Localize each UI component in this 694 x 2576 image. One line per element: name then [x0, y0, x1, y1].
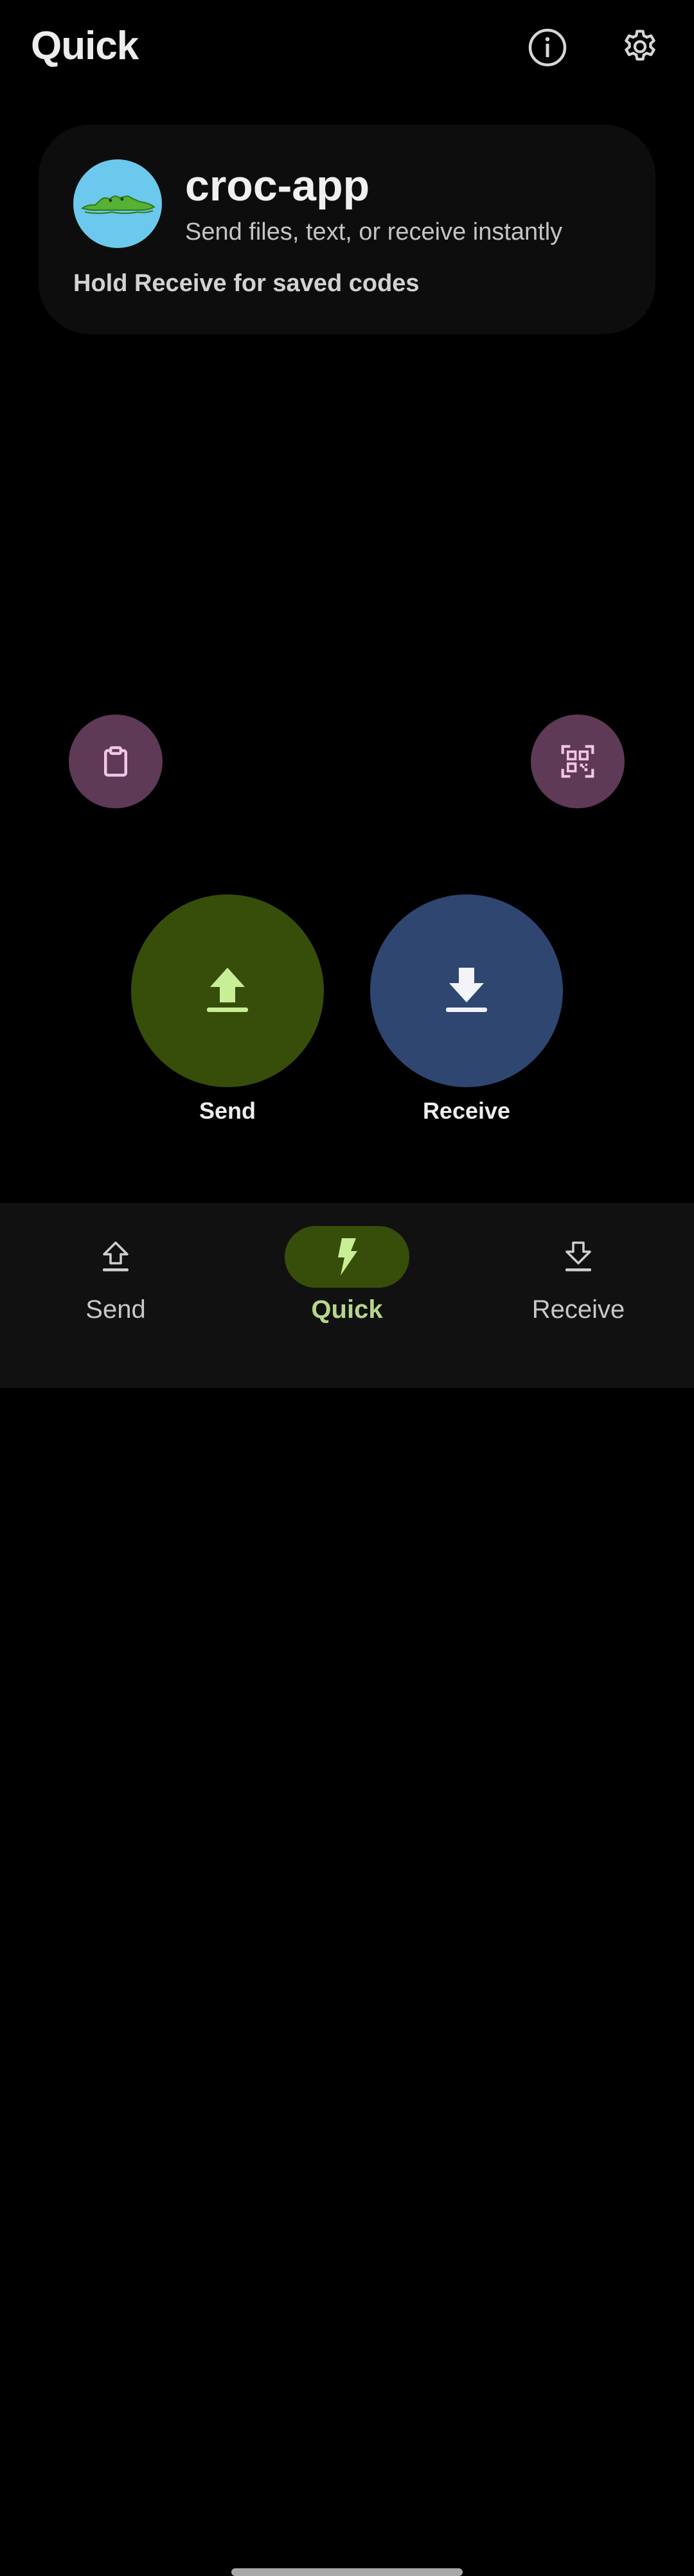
- app-avatar: [73, 159, 162, 248]
- top-app-bar: Quick: [0, 0, 694, 96]
- nav-label-quick: Quick: [311, 1295, 383, 1324]
- nav-label-receive: Receive: [531, 1295, 625, 1324]
- nav-indicator-send: [53, 1226, 178, 1288]
- settings-button[interactable]: [616, 23, 664, 72]
- nav-item-send[interactable]: Send: [0, 1203, 231, 1344]
- paste-clipboard-button[interactable]: [69, 715, 163, 808]
- saved-codes-hint: Hold Receive for saved codes: [73, 270, 420, 297]
- app-tagline: Send files, text, or receive instantly: [185, 218, 563, 245]
- bolt-icon: [338, 1238, 357, 1275]
- receive-button[interactable]: [370, 894, 563, 1087]
- qr-scan-icon: [561, 745, 594, 778]
- download-icon: [565, 1241, 591, 1272]
- scan-qr-button[interactable]: [531, 715, 625, 808]
- app-info-card: croc-app Send files, text, or receive in…: [39, 125, 655, 334]
- app-name: croc-app: [185, 161, 370, 210]
- nav-item-receive[interactable]: Receive: [463, 1203, 694, 1344]
- gear-icon: [625, 30, 655, 61]
- bottom-navigation: Send Quick Receive: [0, 1203, 694, 2576]
- send-button[interactable]: [131, 894, 324, 1087]
- nav-indicator-receive: [516, 1226, 641, 1288]
- upload-icon: [103, 1241, 129, 1272]
- send-label: Send: [199, 1097, 256, 1124]
- nav-label-send: Send: [85, 1295, 146, 1324]
- page-title: Quick: [31, 24, 139, 68]
- crocodile-logo: [80, 195, 156, 214]
- upload-icon: [207, 968, 248, 1012]
- clipboard-icon: [104, 746, 127, 777]
- info-icon: [528, 28, 567, 67]
- receive-label: Receive: [422, 1097, 511, 1124]
- download-icon: [446, 968, 487, 1012]
- home-gesture-bar[interactable]: [231, 2568, 463, 2576]
- info-button[interactable]: [523, 23, 572, 72]
- nav-indicator-quick: [285, 1226, 409, 1288]
- nav-item-quick[interactable]: Quick: [231, 1203, 463, 1344]
